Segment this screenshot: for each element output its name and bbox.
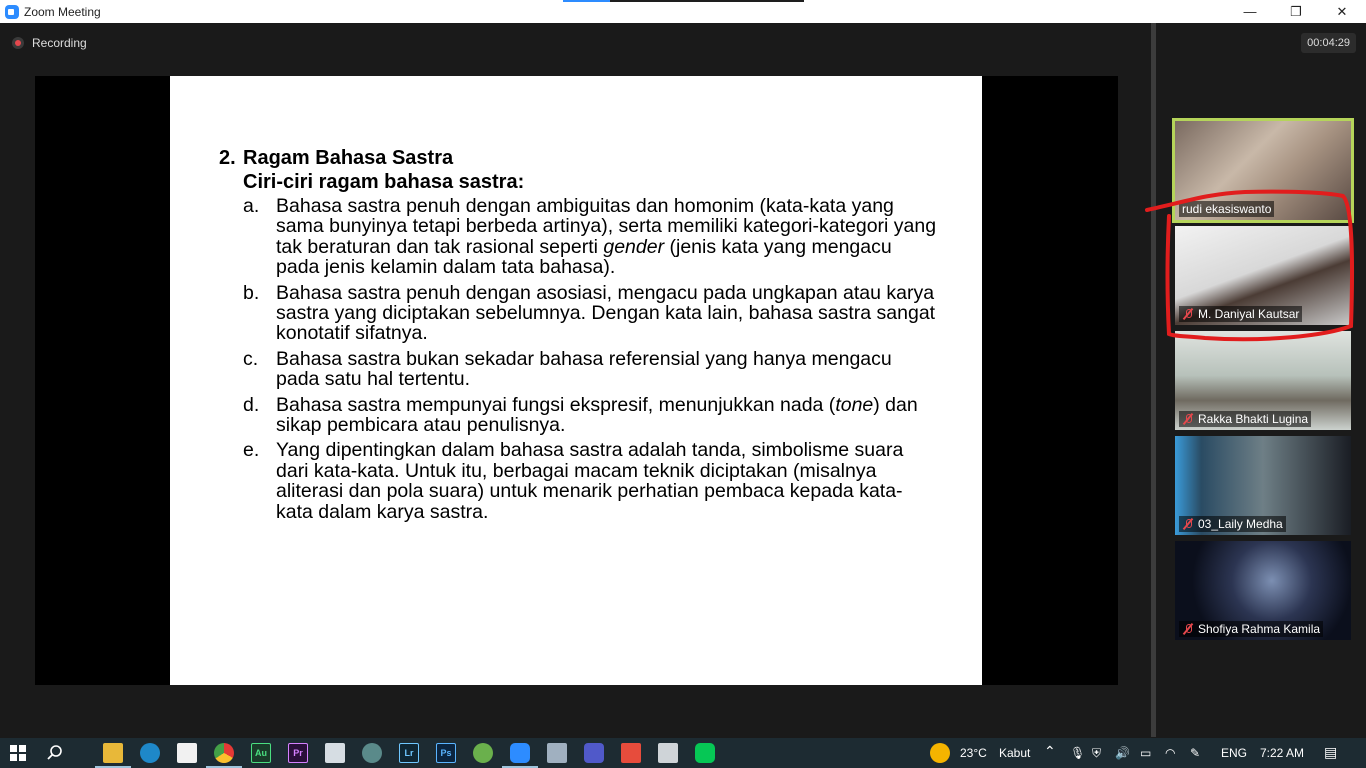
participant-name: 03_Laily Medha <box>1198 517 1283 531</box>
slide-item-letter: b. <box>243 281 260 304</box>
edge-icon[interactable] <box>140 743 160 763</box>
audition-icon[interactable]: Au <box>251 743 271 763</box>
weather-icon[interactable] <box>930 743 950 763</box>
window-titlebar: Zoom Meeting — ❐ ✕ <box>0 0 1366 23</box>
slide-item-letter: a. <box>243 195 260 217</box>
slide-item-letter: d. <box>243 393 260 416</box>
notes-icon[interactable] <box>325 743 345 763</box>
participant-name-tag: 03_Laily Medha <box>1179 516 1286 532</box>
slide-list: a. Bahasa sastra penuh dengan ambiguitas… <box>243 196 939 522</box>
windows-taskbar: Au Pr Lr Ps 23°C Kabut ⌃ 🎙 ⛨ 🔊 ▭ ◠ ✎ ENG… <box>0 738 1366 768</box>
participant-name-tag: Shofiya Rahma Kamila <box>1179 621 1324 637</box>
zoom-icon[interactable] <box>502 743 538 768</box>
slide-list-item: e. Yang dipentingkan dalam bahasa sastra… <box>243 440 939 522</box>
chrome-icon[interactable] <box>206 743 242 768</box>
slide-list-item: b. Bahasa sastra penuh dengan asosiasi, … <box>243 281 939 345</box>
participant-name: Shofiya Rahma Kamila <box>1198 622 1321 636</box>
restore-button[interactable]: ❐ <box>1273 0 1319 23</box>
mic-muted-icon <box>1182 518 1194 530</box>
mic-muted-icon <box>1182 308 1194 320</box>
paint-icon[interactable] <box>621 743 641 763</box>
recording-label: Recording <box>32 36 87 50</box>
line-icon[interactable] <box>695 743 715 763</box>
microphone-icon[interactable]: 🎙 <box>1070 746 1085 760</box>
titlebar-accent-line <box>563 0 804 2</box>
minimize-button[interactable]: — <box>1227 0 1273 23</box>
slide-item-text: Bahasa sastra penuh dengan ambiguitas da… <box>276 195 937 279</box>
participant-name: Rakka Bhakti Lugina <box>1198 412 1309 426</box>
weather-temp[interactable]: 23°C <box>960 746 987 760</box>
slide-title-number: 2. <box>219 147 236 169</box>
slide-list-item: a. Bahasa sastra penuh dengan ambiguitas… <box>243 196 939 278</box>
shield-icon[interactable]: ⛨ <box>1092 746 1101 761</box>
photoshop-icon[interactable]: Ps <box>436 743 456 763</box>
participant-gallery: 00:04:29 rudi ekasiswanto M. Daniyal Kau… <box>1156 23 1366 737</box>
close-button[interactable]: ✕ <box>1319 0 1365 23</box>
slide-item-text: Bahasa sastra mempunyai fungsi ekspresif… <box>276 393 918 437</box>
window-title: Zoom Meeting <box>24 4 101 19</box>
participant-tile[interactable]: Shofiya Rahma Kamila <box>1175 541 1351 640</box>
language-indicator[interactable]: ENG <box>1221 746 1247 760</box>
slide-item-text: Bahasa sastra bukan sekadar bahasa refer… <box>276 347 892 391</box>
participant-tile[interactable]: M. Daniyal Kautsar <box>1175 226 1351 325</box>
slide-list-item: d. Bahasa sastra mempunyai fungsi ekspre… <box>243 393 939 437</box>
printer-icon[interactable] <box>658 743 678 763</box>
participant-name-tag: M. Daniyal Kautsar <box>1179 306 1303 322</box>
recording-icon <box>12 37 24 49</box>
participant-name: rudi ekasiswanto <box>1182 202 1272 216</box>
slide-item-letter: c. <box>243 347 259 370</box>
meeting-timer: 00:04:29 <box>1301 33 1356 53</box>
slide-item-text: Bahasa sastra penuh dengan asosiasi, men… <box>276 281 936 345</box>
participant-tile[interactable]: Rakka Bhakti Lugina <box>1175 331 1351 430</box>
volume-icon[interactable]: 🔊 <box>1115 746 1130 760</box>
participant-name-tag: rudi ekasiswanto <box>1179 201 1275 217</box>
participant-name: M. Daniyal Kautsar <box>1198 307 1300 321</box>
zoom-app-icon <box>5 4 19 19</box>
wifi-icon[interactable]: ◠ <box>1165 746 1175 760</box>
slide-title: 2. Ragam Bahasa Sastra <box>219 146 939 170</box>
slide-subtitle: Ciri-ciri ragam bahasa sastra: <box>243 171 525 193</box>
chevron-up-icon[interactable]: ⌃ <box>1044 743 1056 760</box>
participant-name-tag: Rakka Bhakti Lugina <box>1179 411 1312 427</box>
pen-icon[interactable]: ✎ <box>1190 746 1200 760</box>
screen-share-frame: 2. Ragam Bahasa Sastra Ciri-ciri ragam ba… <box>35 76 1118 685</box>
slide-item-text: Yang dipentingkan dalam bahasa sastra ad… <box>276 439 904 523</box>
windows-start-icon[interactable] <box>8 743 28 763</box>
slide-content: 2. Ragam Bahasa Sastra Ciri-ciri ragam ba… <box>219 146 939 527</box>
network-app-icon[interactable] <box>547 743 567 763</box>
mic-muted-icon <box>1182 413 1194 425</box>
clock-icon[interactable] <box>362 743 382 763</box>
search-icon[interactable] <box>45 743 65 763</box>
file-explorer-icon[interactable] <box>95 743 131 768</box>
participant-tile[interactable]: rudi ekasiswanto <box>1172 118 1354 223</box>
battery-icon[interactable]: ▭ <box>1140 746 1151 760</box>
participant-tile[interactable]: 03_Laily Medha <box>1175 436 1351 535</box>
meeting-stage: Recording 2. Ragam Bahasa Sastra Ciri-cir… <box>0 23 1154 737</box>
slide-list-item: c. Bahasa sastra bukan sekadar bahasa re… <box>243 349 939 390</box>
slide-item-letter: e. <box>243 439 260 462</box>
mic-muted-icon <box>1182 623 1194 635</box>
shared-slide: 2. Ragam Bahasa Sastra Ciri-ciri ragam ba… <box>170 76 982 685</box>
notification-icon[interactable]: ▤ <box>1324 744 1337 761</box>
weather-desc[interactable]: Kabut <box>999 746 1030 760</box>
teams-icon[interactable] <box>584 743 604 763</box>
premiere-icon[interactable]: Pr <box>288 743 308 763</box>
recording-indicator[interactable]: Recording <box>12 36 87 50</box>
clock-time[interactable]: 7:22 AM <box>1260 746 1304 760</box>
utorrent-icon[interactable] <box>473 743 493 763</box>
lightroom-icon[interactable]: Lr <box>399 743 419 763</box>
slide-title-text: Ragam Bahasa Sastra <box>243 147 454 169</box>
store-icon[interactable] <box>177 743 197 763</box>
